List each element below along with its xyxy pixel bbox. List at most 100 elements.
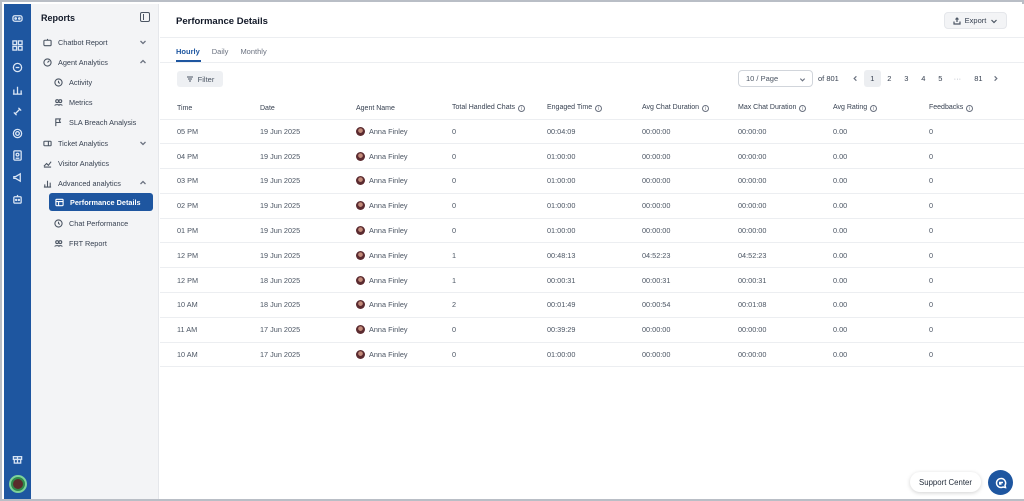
users-icon	[53, 97, 63, 107]
cell-total-handled-chats: 0	[435, 341, 530, 368]
reports-icon[interactable]	[11, 83, 24, 96]
sidebar-item-agent-analytics[interactable]: Agent Analytics	[35, 53, 153, 71]
tab-hourly[interactable]: Hourly	[176, 47, 200, 56]
info-icon[interactable]: i	[702, 105, 710, 113]
info-icon[interactable]: i	[518, 105, 525, 113]
collapse-sidebar-icon[interactable]	[140, 12, 150, 22]
page-button-81[interactable]: 81	[970, 70, 987, 87]
cell-max-chat-duration: 00:00:00	[721, 168, 816, 194]
sidebar-item-label: Performance Details	[70, 197, 141, 207]
filter-icon	[186, 76, 193, 82]
info-icon[interactable]: i	[870, 105, 878, 113]
agent-name: Anna Finley	[369, 176, 408, 186]
page-button-4[interactable]: 4	[915, 70, 932, 87]
gift-icon[interactable]	[11, 452, 24, 465]
column-header-date: Date	[260, 104, 275, 112]
sidebar-item-visitor-analytics[interactable]: Visitor Analytics	[35, 154, 153, 172]
agent-name: Anna Finley	[369, 126, 408, 136]
filter-button[interactable]: Filter	[177, 71, 223, 87]
table-row[interactable]: 12 PM 18 Jun 2025 Anna Finley 1 00:00:31 00:0…	[160, 267, 1024, 293]
cell-time: 10 AM	[160, 341, 243, 368]
cell-feedbacks: 0	[912, 217, 1024, 243]
sidebar-item-chatbot-report[interactable]: Chatbot Report	[35, 33, 153, 51]
cell-engaged-time: 00:01:49	[530, 292, 625, 318]
cell-max-chat-duration: 00:01:08	[721, 292, 816, 318]
agent-avatar	[356, 350, 365, 360]
cell-avg-chat-duration: 00:00:00	[625, 192, 721, 219]
bot-icon[interactable]	[11, 193, 24, 206]
cell-avg-chat-duration: 00:00:54	[625, 292, 721, 318]
chat-icon[interactable]	[11, 61, 24, 74]
page-size-select[interactable]: 10 / Page	[738, 70, 813, 87]
cell-date: 19 Jun 2025	[243, 118, 339, 144]
cell-avg-chat-duration: 00:00:00	[625, 168, 721, 194]
cell-avg-rating: 0.00	[816, 341, 912, 368]
settings-icon[interactable]	[11, 127, 24, 140]
cell-max-chat-duration: 04:52:23	[721, 242, 816, 268]
agent-name: Anna Finley	[369, 325, 408, 335]
cell-max-chat-duration: 00:00:00	[721, 143, 816, 169]
campaign-icon[interactable]	[11, 171, 24, 184]
cell-feedbacks: 0	[912, 192, 1024, 219]
page-button-5[interactable]: 5	[932, 70, 949, 87]
table-row[interactable]: 01 PM 19 Jun 2025 Anna Finley 0 01:00:00 00:0…	[160, 217, 1024, 243]
cell-agent-name: Anna Finley	[339, 118, 435, 144]
cell-engaged-time: 00:39:29	[530, 316, 625, 343]
cell-total-handled-chats: 0	[435, 217, 530, 243]
user-avatar[interactable]	[9, 475, 27, 493]
cell-engaged-time: 01:00:00	[530, 192, 625, 219]
table-row[interactable]: 10 AM 17 Jun 2025 Anna Finley 0 01:00:00 00:0…	[160, 341, 1024, 368]
integrations-icon[interactable]	[11, 105, 24, 118]
chat-bubble-icon	[995, 477, 1006, 488]
column-header-avg-chat-duration: Avg Chat Duration i	[625, 98, 721, 119]
sidebar-item-metrics[interactable]: Metrics	[35, 93, 153, 111]
cell-feedbacks: 0	[912, 143, 1024, 169]
cell-date: 19 Jun 2025	[243, 242, 339, 268]
sidebar-item-frt-report[interactable]: FRT Report	[35, 234, 153, 252]
main-content: Performance Details Export Hourly Daily …	[160, 4, 1024, 499]
table-row[interactable]: 05 PM 19 Jun 2025 Anna Finley 0 00:04:09 00:0…	[160, 118, 1024, 144]
support-center-button[interactable]: Support Center	[910, 472, 981, 492]
cell-date: 19 Jun 2025	[243, 192, 339, 219]
page-ellipsis[interactable]: ···	[949, 70, 966, 87]
info-icon[interactable]: i	[799, 105, 807, 113]
cell-time: 02 PM	[160, 192, 243, 219]
sidebar-item-chat-performance[interactable]: Chat Performance	[35, 214, 153, 232]
table-row[interactable]: 11 AM 17 Jun 2025 Anna Finley 0 00:39:29 00:0…	[160, 316, 1024, 343]
table-row[interactable]: 04 PM 19 Jun 2025 Anna Finley 0 01:00:00 00:0…	[160, 143, 1024, 169]
table-icon	[54, 197, 64, 207]
cell-time: 12 PM	[160, 242, 243, 268]
page-title: Performance Details	[176, 16, 268, 27]
cell-avg-rating: 0.00	[816, 192, 912, 219]
column-header-avg-rating: Avg Rating i	[816, 98, 912, 119]
tab-daily[interactable]: Daily	[212, 47, 229, 56]
chat-launcher-button[interactable]	[988, 470, 1013, 495]
prev-page-button[interactable]	[847, 70, 864, 87]
table-row[interactable]: 12 PM 19 Jun 2025 Anna Finley 1 00:48:13 04:5…	[160, 242, 1024, 268]
agent-avatar	[356, 300, 365, 310]
sidebar-item-ticket-analytics[interactable]: Ticket Analytics	[35, 134, 153, 152]
chevron-down-icon	[991, 19, 998, 23]
page-button-1[interactable]: 1	[863, 70, 881, 87]
sidebar-item-performance-details[interactable]: Performance Details	[49, 193, 153, 211]
table-row[interactable]: 10 AM 18 Jun 2025 Anna Finley 2 00:01:49 00:0…	[160, 292, 1024, 318]
cell-agent-name: Anna Finley	[339, 267, 435, 293]
export-button[interactable]: Export	[944, 12, 1007, 29]
dashboard-icon[interactable]	[11, 39, 24, 52]
agent-name: Anna Finley	[369, 201, 408, 211]
sidebar-item-advanced-analytics[interactable]: Advanced analytics	[35, 174, 153, 192]
info-icon[interactable]: i	[966, 105, 974, 113]
agent-cell: Anna Finley	[356, 126, 435, 136]
cell-total-handled-chats: 0	[435, 168, 530, 194]
sidebar-item-sla-breach-analysis[interactable]: SLA Breach Analysis	[35, 113, 153, 131]
table-row[interactable]: 02 PM 19 Jun 2025 Anna Finley 0 01:00:00 00:0…	[160, 192, 1024, 219]
info-icon[interactable]: i	[595, 105, 603, 113]
tab-monthly[interactable]: Monthly	[240, 47, 266, 56]
table-row[interactable]: 03 PM 19 Jun 2025 Anna Finley 0 01:00:00 00:0…	[160, 168, 1024, 194]
contacts-icon[interactable]	[11, 149, 24, 162]
sidebar-item-activity[interactable]: Activity	[35, 73, 153, 91]
page-button-2[interactable]: 2	[881, 70, 898, 87]
next-page-button[interactable]	[987, 70, 1004, 87]
page-button-3[interactable]: 3	[898, 70, 915, 87]
brand-logo-icon[interactable]	[11, 12, 24, 25]
